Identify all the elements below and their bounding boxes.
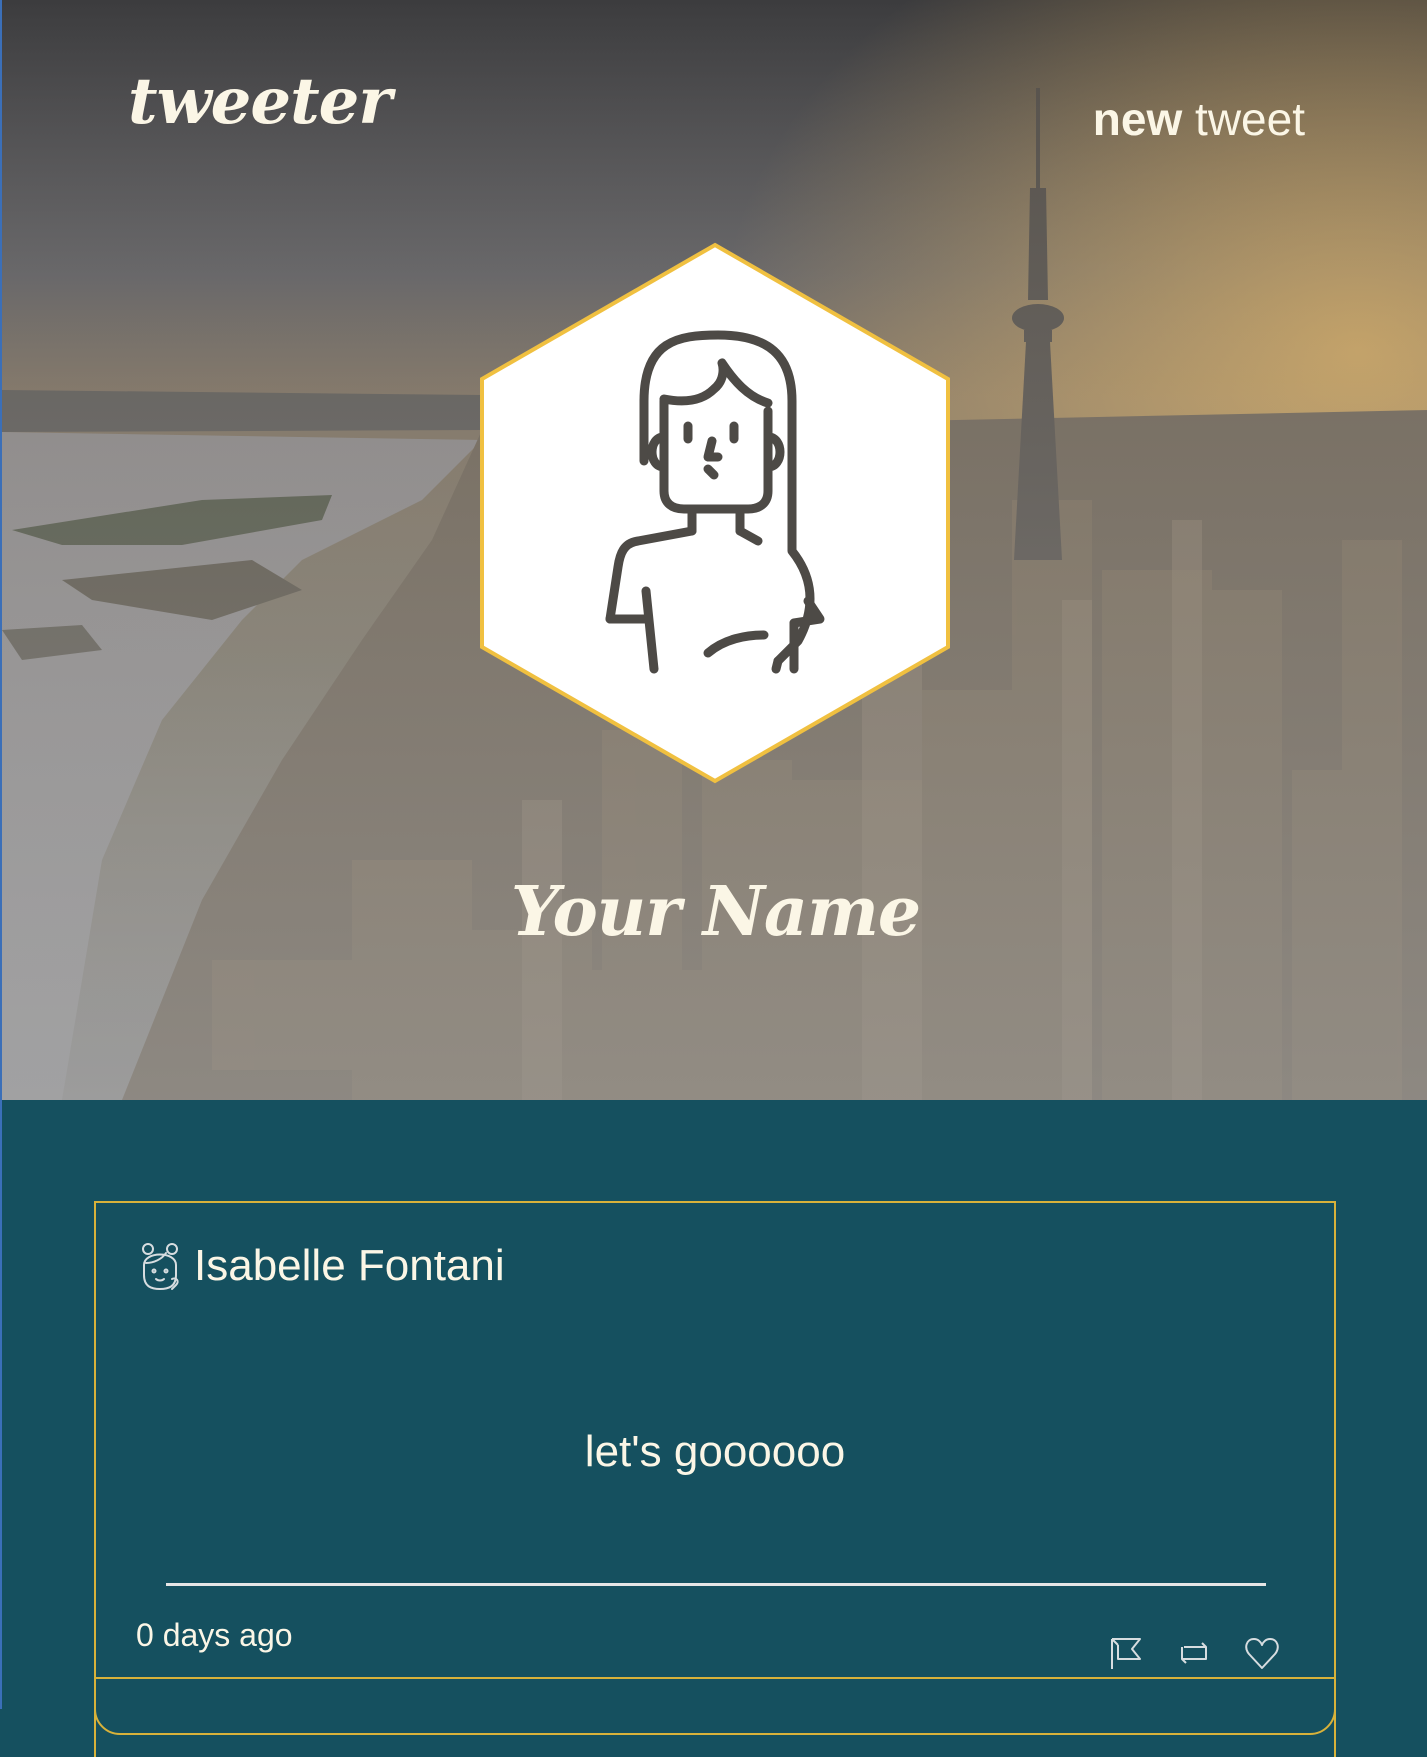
tweet-actions [1108,1635,1280,1671]
tweet-timestamp: 0 days ago [136,1617,293,1653]
girl-avatar-icon [142,1243,179,1291]
new-tweet-label: tweet [1182,93,1305,145]
flag-icon[interactable] [1108,1635,1144,1671]
tweet-header: Isabelle Fontani [138,1241,505,1291]
new-tweet-bold-label: new [1092,93,1183,145]
tweet-card: Isabelle Fontani let's goooooo 0 days ag… [94,1201,1336,1735]
heart-icon[interactable] [1244,1635,1280,1671]
profile-name: Your Name [510,872,921,952]
profile-hero: tweeter new tweet Your Name [2,0,1427,1100]
tweet-divider [166,1583,1266,1586]
retweet-icon[interactable] [1176,1635,1212,1671]
tweet-user-name[interactable]: Isabelle Fontani [194,1241,505,1291]
tweet-feed: Isabelle Fontani let's goooooo 0 days ag… [2,1100,1427,1757]
profile-avatar [480,242,950,784]
brand-logo[interactable]: tweeter [128,70,392,134]
tweet-text: let's goooooo [584,1427,846,1476]
new-tweet-button[interactable]: new tweet [1093,96,1305,142]
tweet-card [94,1677,1336,1757]
